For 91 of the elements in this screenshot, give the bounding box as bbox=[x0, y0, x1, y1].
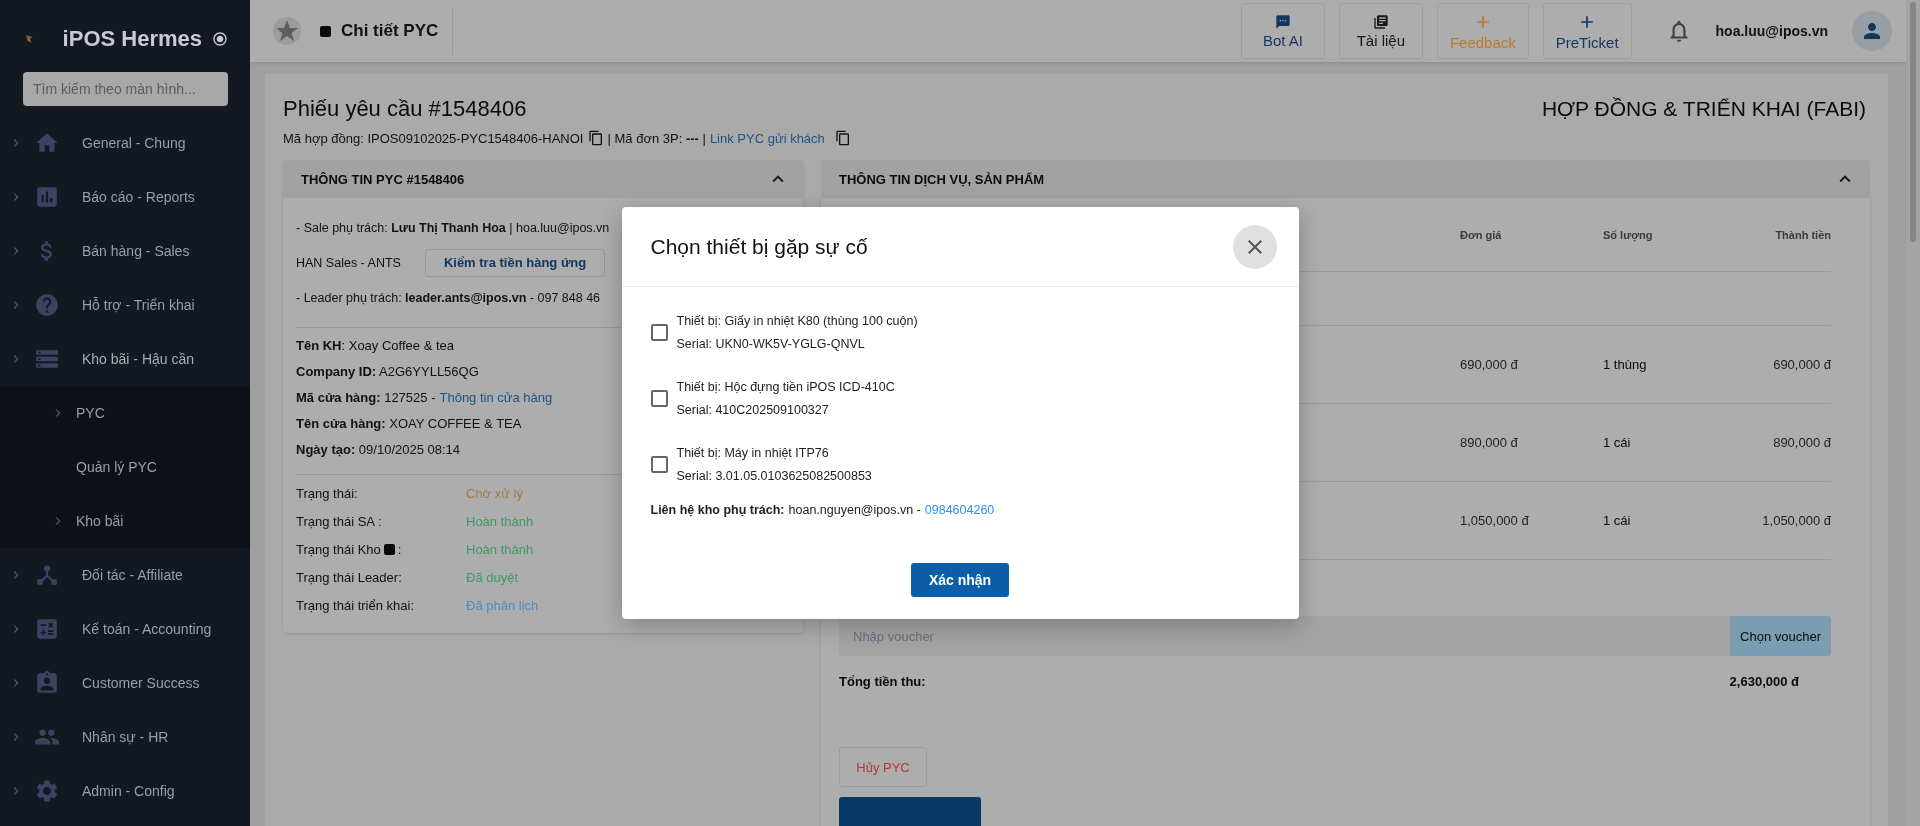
card-title: THÔNG TIN PYC #1548406 bbox=[301, 171, 465, 187]
book-icon bbox=[1372, 13, 1389, 30]
page-title: Phiếu yêu cầu #1548406 bbox=[283, 96, 527, 122]
confirm-button[interactable]: Xác nhận bbox=[910, 563, 1010, 597]
sidebar-item[interactable]: Kho bãi - Hậu cần bbox=[0, 332, 250, 386]
sidebar-item[interactable]: Đối tác - Affiliate bbox=[0, 548, 250, 602]
search-field[interactable]: Tìm kiếm theo màn hình... bbox=[23, 72, 228, 106]
order-code: | Mã đơn 3P: --- | bbox=[607, 130, 706, 146]
sidebar-item[interactable]: Nhân sự - HR bbox=[0, 710, 250, 764]
sidebar-item[interactable]: Hỗ trợ - Triển khai bbox=[0, 278, 250, 332]
status-value: Hoàn thành bbox=[466, 512, 534, 531]
avatar-icon[interactable] bbox=[1852, 11, 1892, 51]
copy-icon[interactable] bbox=[587, 130, 604, 146]
section-title: HỢP ĐỒNG & TRIỂN KHAI (FABI) bbox=[1541, 97, 1866, 121]
device-name: Thiết bị: Giấy in nhiệt K80 (thùng 100 cuộn) bbox=[676, 313, 918, 328]
checkbox[interactable] bbox=[650, 389, 668, 407]
info-field: Tên cửa hàng: XOAY COFFEE & TEA bbox=[296, 415, 522, 431]
table-cell: 890,000 đ bbox=[1460, 435, 1518, 450]
table-cell: 690,000 đ bbox=[1460, 357, 1518, 372]
column-header: Thành tiền bbox=[1775, 228, 1831, 241]
star-logo-icon bbox=[272, 16, 302, 46]
table-cell: 1,050,000 đ bbox=[1762, 513, 1831, 528]
phone-link[interactable]: 0984604260 bbox=[924, 503, 995, 517]
hub-icon bbox=[34, 562, 60, 588]
brand-name: iPOS Hermes bbox=[62, 26, 202, 52]
voucher-button[interactable]: Chọn voucher bbox=[1730, 616, 1831, 656]
calculator-icon bbox=[34, 616, 60, 642]
sidebar-item[interactable]: General - Chung bbox=[0, 116, 250, 170]
page-breadcrumb: Chi tiết PYC bbox=[341, 21, 439, 41]
check-button[interactable]: Kiểm tra tiền hàng ứng bbox=[424, 248, 606, 277]
leader-contact: - Leader phụ trách: leader.ants@ipos.vn - 097 848 46 bbox=[296, 290, 601, 305]
radio-icon[interactable] bbox=[212, 31, 228, 47]
device-serial: Serial: 3.01.05.0103625082500853 bbox=[676, 468, 872, 483]
help-icon bbox=[34, 292, 60, 318]
sidebar-item[interactable]: Customer Success bbox=[0, 656, 250, 710]
customer-link[interactable]: Link PYC gửi khách bbox=[709, 130, 825, 146]
device-serial: Serial: UKN0-WK5V-YGLG-QNVL bbox=[676, 336, 866, 351]
toolbar-button[interactable]: Tài liệu bbox=[1338, 3, 1423, 59]
contract-code: Mã hợp đồng: IPOS09102025-PYC1548406-HANOI bbox=[283, 130, 584, 146]
sidebar-item[interactable]: Bán hàng - Sales bbox=[0, 224, 250, 278]
id-card-icon bbox=[34, 670, 60, 696]
store-link[interactable]: Thông tin cửa hàng bbox=[439, 389, 553, 405]
info-field: Tên KH: Xoay Coffee & tea bbox=[296, 337, 454, 353]
status-label: Trạng thái: bbox=[296, 485, 358, 501]
submenu-item[interactable]: PYC bbox=[0, 386, 250, 440]
info-field: Company ID: A2G6YYLL56QG bbox=[296, 363, 479, 379]
column-header: Đơn giá bbox=[1460, 228, 1502, 241]
toolbar-button[interactable]: PreTicket bbox=[1542, 3, 1632, 59]
status-value: Đã duyệt bbox=[466, 568, 519, 587]
total-label: Tổng tiền thu: bbox=[839, 674, 926, 689]
chat-icon bbox=[1274, 13, 1291, 30]
status-value: Chờ xử lý bbox=[466, 484, 523, 503]
copy-icon[interactable] bbox=[834, 130, 851, 146]
chart-icon bbox=[34, 184, 60, 210]
table-cell: 1,050,000 đ bbox=[1460, 513, 1529, 528]
column-header: Số lượng bbox=[1603, 228, 1653, 241]
team-name: HAN Sales - ANTS bbox=[296, 255, 401, 270]
scrollbar[interactable] bbox=[1906, 0, 1920, 826]
table-cell: 1 cái bbox=[1603, 513, 1631, 528]
table-cell: 890,000 đ bbox=[1773, 435, 1831, 450]
contact-label: Liên hệ kho phụ trách: bbox=[650, 503, 785, 517]
status-label: Trạng thái Leader: bbox=[296, 569, 402, 585]
table-cell: 1 thùng bbox=[1603, 357, 1647, 372]
status-value: Đã phân lịch bbox=[466, 596, 539, 615]
device-name: Thiết bị: Hộc đựng tiền iPOS ICD-410C bbox=[676, 379, 895, 394]
status-colon: : bbox=[397, 541, 402, 557]
total-amount: 2,630,000 đ bbox=[1729, 674, 1799, 689]
table-cell: 690,000 đ bbox=[1773, 357, 1831, 372]
device-name: Thiết bị: Máy in nhiệt ITP76 bbox=[676, 445, 830, 460]
status-label: Trạng thái SA : bbox=[296, 513, 382, 529]
status-label: Trạng thái Kho bbox=[296, 541, 381, 557]
submenu-item[interactable]: Kho bãi bbox=[0, 494, 250, 548]
checkbox[interactable] bbox=[650, 455, 668, 473]
toolbar-button[interactable]: Bot AI bbox=[1240, 3, 1325, 59]
contact-email: hoan.nguyen@ipos.vn - bbox=[788, 503, 921, 517]
sidebar-item[interactable]: Kế toán - Accounting bbox=[0, 602, 250, 656]
submenu-item[interactable]: Quản lý PYC bbox=[0, 440, 250, 494]
status-value: Hoàn thành bbox=[466, 540, 534, 559]
sidebar-item[interactable]: Admin - Config bbox=[0, 764, 250, 818]
device-serial: Serial: 410C202509100327 bbox=[676, 402, 830, 417]
info-field: Mã cửa hàng: 127525 - bbox=[296, 389, 436, 405]
settings-icon bbox=[34, 778, 60, 804]
table-cell: 1 cái bbox=[1603, 435, 1631, 450]
card-title: THÔNG TIN DỊCH VỤ, SẢN PHẨM bbox=[839, 171, 1045, 187]
sale-contact: - Sale phụ trách: Lưu Thị Thanh Hoa | hoa.luu@ipos.vn bbox=[296, 220, 610, 235]
info-field: Ngày tạo: 09/10/2025 08:14 bbox=[296, 441, 461, 457]
status-label: Trạng thái triển khai: bbox=[296, 597, 415, 613]
dialog-title: Chọn thiết bị gặp sự cố bbox=[650, 234, 868, 259]
user-email: hoa.luu@ipos.vn bbox=[1715, 23, 1828, 39]
checkbox[interactable] bbox=[650, 323, 668, 341]
sidebar-item[interactable]: Báo cáo - Reports bbox=[0, 170, 250, 224]
